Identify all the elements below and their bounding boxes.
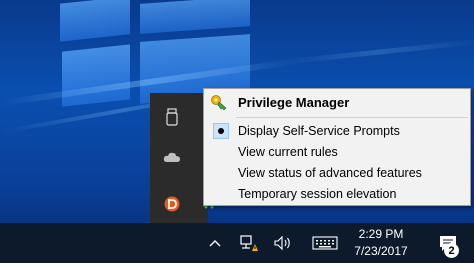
onedrive-cloud-icon[interactable] (150, 145, 194, 169)
menu-item-view-status-advanced-features[interactable]: View status of advanced features (206, 163, 468, 183)
menu-title: Privilege Manager (238, 94, 350, 110)
network-warning-icon[interactable] (236, 223, 262, 263)
dashlane-icon[interactable] (150, 192, 194, 216)
wallpaper-window-pane (62, 44, 130, 107)
menu-header: Privilege Manager (204, 91, 470, 113)
show-hidden-icons-chevron[interactable] (204, 223, 226, 263)
clock-date: 7/23/2017 (354, 244, 408, 258)
wallpaper-window-pane (140, 0, 250, 34)
menu-item-temporary-session-elevation[interactable]: Temporary session elevation (206, 184, 468, 204)
volume-icon[interactable] (270, 223, 296, 263)
privilege-manager-key-icon (208, 91, 230, 113)
wallpaper-light-beam (280, 39, 474, 65)
menu-item-label: Display Self-Service Prompts (238, 124, 400, 138)
tray-overflow-flyout (150, 93, 208, 223)
wallpaper-window-pane (60, 0, 130, 42)
menu-item-label: Temporary session elevation (238, 187, 397, 201)
menu-item-display-self-service-prompts[interactable]: Display Self-Service Prompts (206, 121, 468, 141)
privilege-manager-context-menu: Privilege Manager Display Self-Service P… (203, 88, 471, 206)
menu-item-view-current-rules[interactable]: View current rules (206, 142, 468, 162)
menu-item-label: View current rules (238, 145, 338, 159)
taskbar-clock[interactable]: 2:29 PM 7/23/2017 (350, 223, 412, 263)
menu-separator (236, 117, 468, 118)
usb-drive-icon[interactable] (150, 105, 194, 129)
desktop: Privilege Manager Display Self-Service P… (0, 0, 474, 263)
menu-item-label: View status of advanced features (238, 166, 422, 180)
touch-keyboard-icon[interactable] (308, 223, 342, 263)
clock-time: 2:29 PM (358, 227, 404, 241)
notification-count-badge: 2 (444, 243, 459, 258)
radio-bullet-icon (213, 123, 229, 139)
